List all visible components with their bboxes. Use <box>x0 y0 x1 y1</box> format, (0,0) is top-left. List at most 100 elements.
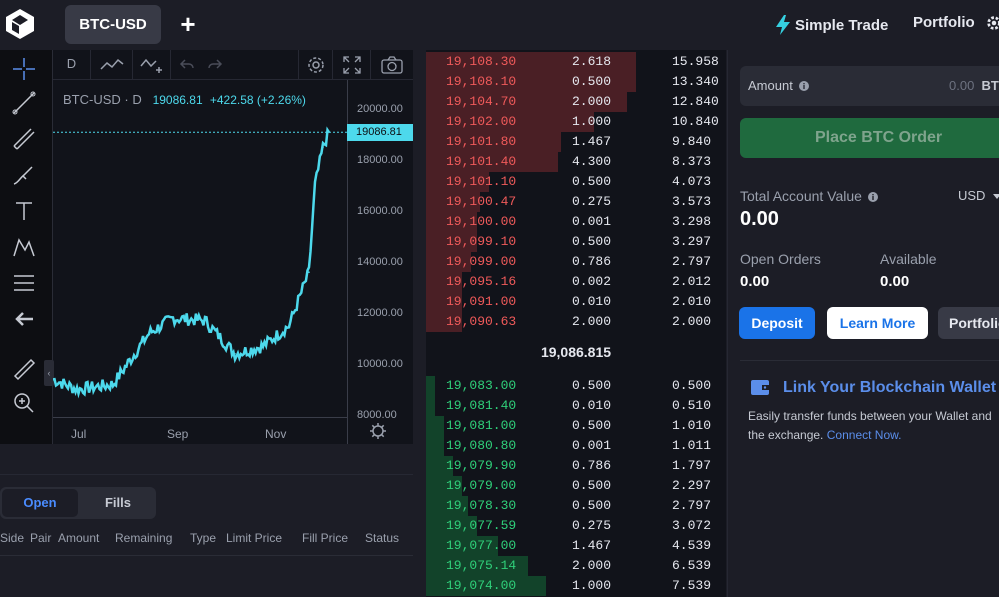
bid-row[interactable]: 19,078.30 0.500 2.797 <box>426 496 726 516</box>
bid-size: 0.275 <box>572 518 612 533</box>
ask-size: 4.300 <box>572 154 612 169</box>
price-line-plot[interactable] <box>53 80 347 417</box>
portfolio-link[interactable]: Portfolio <box>913 14 975 31</box>
link-wallet-title[interactable]: Link Your Blockchain Wallet <box>783 379 996 397</box>
col-limit-price[interactable]: Limit Price <box>226 531 282 545</box>
data-point <box>112 383 114 386</box>
col-fill-price[interactable]: Fill Price <box>302 531 348 545</box>
bid-size: 0.010 <box>572 398 612 413</box>
col-type[interactable]: Type <box>190 531 216 545</box>
bid-row[interactable]: 19,074.00 1.000 7.539 <box>426 576 726 596</box>
time-axis[interactable]: Jul Sep Nov <box>53 417 347 444</box>
info-icon[interactable] <box>799 81 810 91</box>
bid-row[interactable]: 19,081.40 0.010 0.510 <box>426 396 726 416</box>
info-icon[interactable] <box>867 192 878 202</box>
ask-price: 19,100.47 <box>446 194 517 209</box>
chart-type-button[interactable] <box>91 50 133 80</box>
ask-row[interactable]: 19,101.80 1.467 9.840 <box>426 132 726 152</box>
ask-price: 19,101.80 <box>446 134 517 149</box>
ask-total: 3.297 <box>672 234 712 249</box>
learn-more-button[interactable]: Learn More <box>827 307 928 339</box>
interval-select[interactable]: D <box>53 50 91 80</box>
bid-row[interactable]: 19,079.00 0.500 2.297 <box>426 476 726 496</box>
bid-row[interactable]: 19,079.90 0.786 1.797 <box>426 456 726 476</box>
undo-icon[interactable] <box>179 59 195 71</box>
bid-size: 1.467 <box>572 538 612 553</box>
price-tick: 10000.00 <box>357 358 403 370</box>
col-status[interactable]: Status <box>365 531 399 545</box>
ask-row[interactable]: 19,090.63 2.000 2.000 <box>426 312 726 332</box>
bid-row[interactable]: 19,083.00 0.500 0.500 <box>426 376 726 396</box>
brush-icon[interactable] <box>11 162 37 188</box>
chart-settings-button[interactable] <box>298 50 333 80</box>
ask-row[interactable]: 19,101.10 0.500 4.073 <box>426 172 726 192</box>
ask-row[interactable]: 19,101.40 4.300 8.373 <box>426 152 726 172</box>
crosshair-icon[interactable] <box>11 56 37 82</box>
ask-row[interactable]: 19,108.10 0.500 13.340 <box>426 72 726 92</box>
time-tick: Jul <box>71 427 87 441</box>
ask-size: 2.618 <box>572 54 612 69</box>
bid-price: 19,075.14 <box>446 558 517 573</box>
chart-toolbar: D <box>53 50 413 80</box>
ask-size: 0.500 <box>572 174 612 189</box>
ask-row[interactable]: 19,104.70 2.000 12.840 <box>426 92 726 112</box>
ask-size: 2.000 <box>572 314 612 329</box>
market-tab-btc-usd[interactable]: BTC-USD <box>65 5 161 44</box>
fullscreen-button[interactable] <box>333 50 371 80</box>
tab-open[interactable]: Open <box>2 489 78 517</box>
bid-row[interactable]: 19,075.14 2.000 6.539 <box>426 556 726 576</box>
add-market-button[interactable]: + <box>176 10 200 38</box>
ask-row[interactable]: 19,095.16 0.002 2.012 <box>426 272 726 292</box>
bid-row[interactable]: 19,077.00 1.467 4.539 <box>426 536 726 556</box>
place-order-button[interactable]: Place BTC Order <box>740 118 999 158</box>
currency-select[interactable]: USD <box>958 188 999 203</box>
simple-trade-link[interactable]: Simple Trade <box>775 14 888 36</box>
indicators-button[interactable] <box>133 50 171 80</box>
ruler-icon[interactable] <box>11 356 37 382</box>
price-tick: 20000.00 <box>357 103 403 115</box>
col-side[interactable]: Side <box>0 531 24 545</box>
fib-retracement-icon[interactable] <box>11 270 37 296</box>
time-axis-settings-icon[interactable] <box>369 422 387 440</box>
bid-row[interactable]: 19,080.80 0.001 1.011 <box>426 436 726 456</box>
orders-tab-group: Open Fills <box>0 487 156 519</box>
redo-icon[interactable] <box>207 59 223 71</box>
bid-row[interactable]: 19,077.59 0.275 3.072 <box>426 516 726 536</box>
ask-row[interactable]: 19,099.10 0.500 3.297 <box>426 232 726 252</box>
col-amount[interactable]: Amount <box>58 531 99 545</box>
bid-size: 0.786 <box>572 458 612 473</box>
divider <box>0 555 413 556</box>
col-pair[interactable]: Pair <box>30 531 51 545</box>
arrow-left-icon[interactable] <box>11 306 37 332</box>
text-tool-icon[interactable] <box>11 198 37 224</box>
bid-row[interactable]: 19,081.00 0.500 1.010 <box>426 416 726 436</box>
price-tick: 16000.00 <box>357 205 403 217</box>
connect-now-link[interactable]: Connect Now. <box>827 428 902 442</box>
portfolio-button[interactable]: Portfolio <box>938 307 999 339</box>
ask-row[interactable]: 19,102.00 1.000 10.840 <box>426 112 726 132</box>
ask-price: 19,108.30 <box>446 54 517 69</box>
undo-redo-group <box>171 50 231 80</box>
data-point <box>262 345 264 347</box>
trend-line-icon[interactable] <box>11 90 37 116</box>
data-point <box>288 324 290 327</box>
screenshot-button[interactable] <box>371 50 413 80</box>
top-bar: BTC-USD + Simple Trade Portfolio <box>0 0 999 50</box>
ask-size: 0.001 <box>572 214 612 229</box>
bid-total: 0.500 <box>672 378 712 393</box>
zoom-in-icon[interactable] <box>11 390 37 416</box>
ask-row[interactable]: 19,091.00 0.010 2.010 <box>426 292 726 312</box>
pattern-icon[interactable] <box>11 234 37 260</box>
data-point <box>314 184 316 187</box>
amount-input[interactable]: Amount 0.00 BTC <box>740 66 999 106</box>
tab-fills[interactable]: Fills <box>82 489 154 517</box>
blockchain-logo-icon[interactable] <box>4 8 36 40</box>
col-remaining[interactable]: Remaining <box>115 531 172 545</box>
gear-icon[interactable] <box>985 14 999 32</box>
ask-row[interactable]: 19,100.00 0.001 3.298 <box>426 212 726 232</box>
ask-row[interactable]: 19,108.30 2.618 15.958 <box>426 52 726 72</box>
deposit-button[interactable]: Deposit <box>739 307 815 339</box>
pitchfork-icon[interactable] <box>11 126 37 152</box>
ask-row[interactable]: 19,099.00 0.786 2.797 <box>426 252 726 272</box>
ask-row[interactable]: 19,100.47 0.275 3.573 <box>426 192 726 212</box>
